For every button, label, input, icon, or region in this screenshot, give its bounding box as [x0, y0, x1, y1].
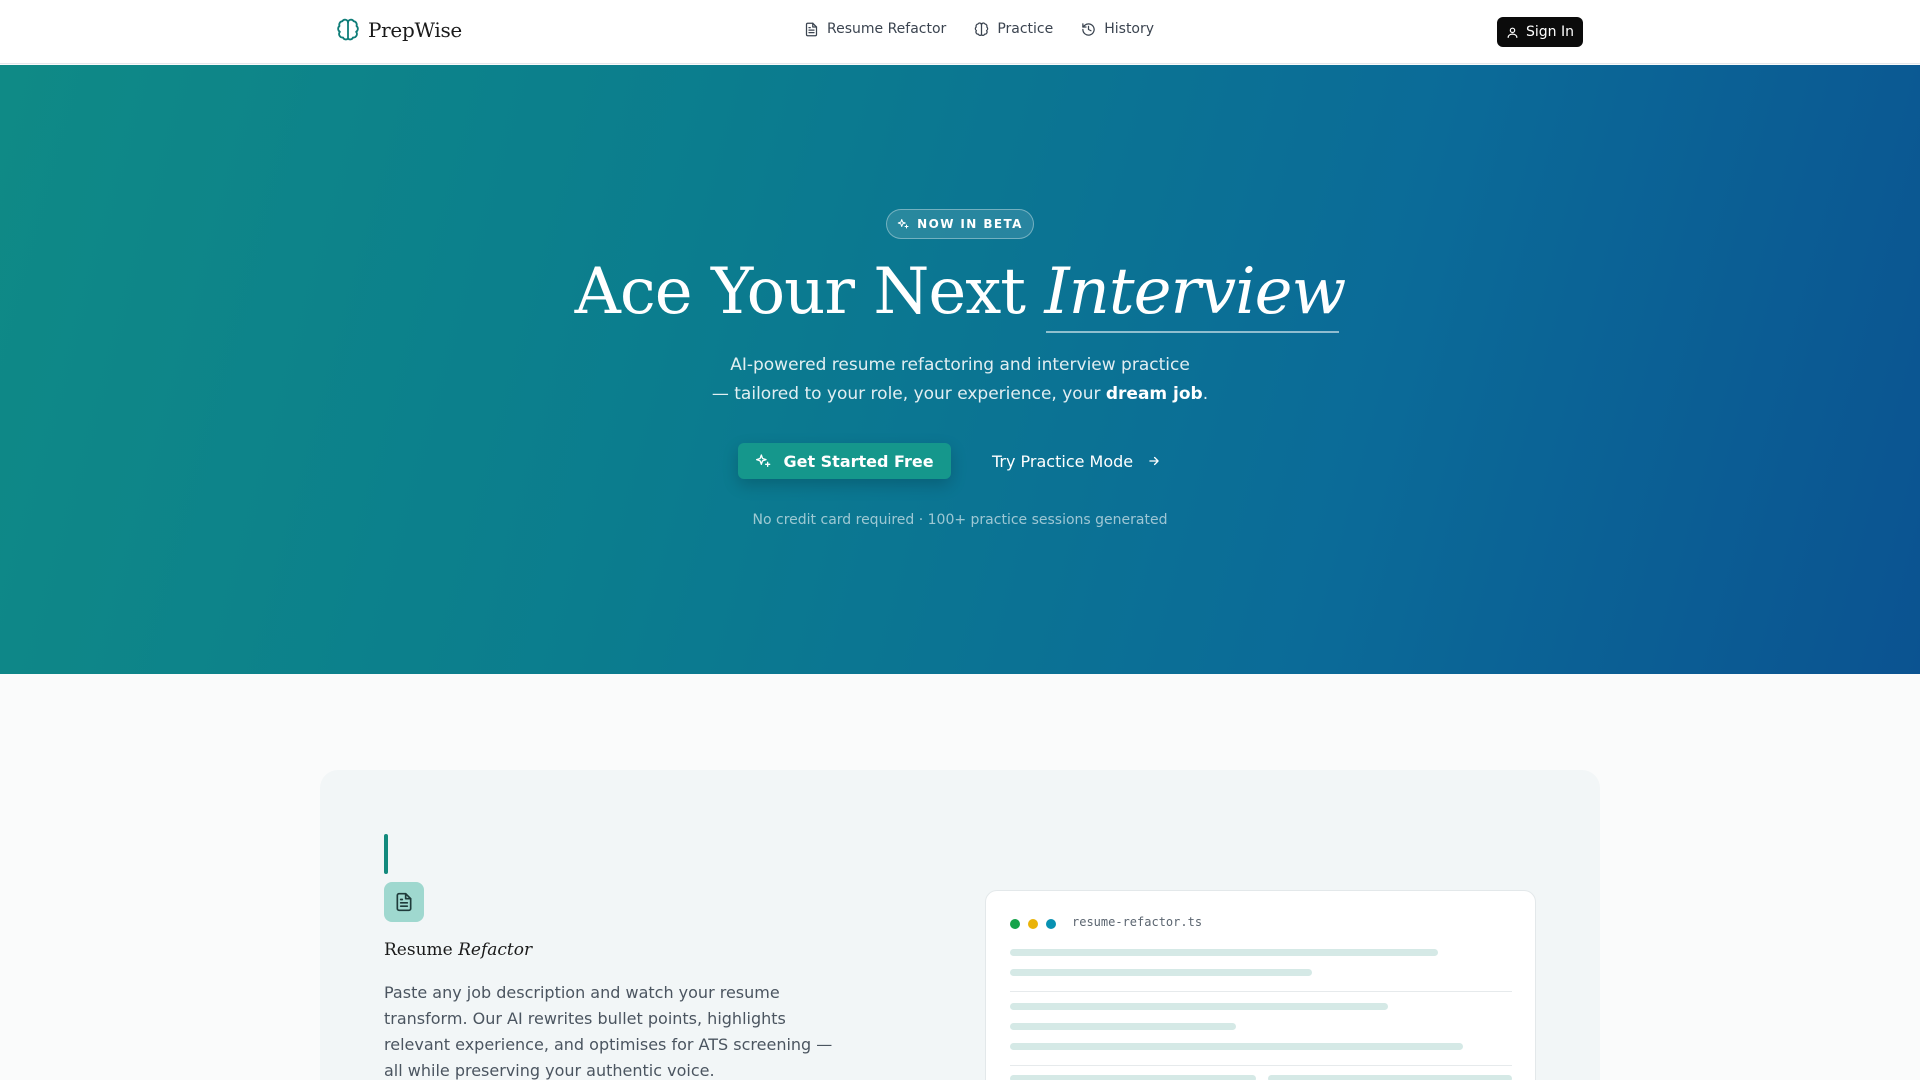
history-icon: [1082, 22, 1095, 36]
placeholder-line: [1010, 1003, 1388, 1010]
sparkles-icon: [756, 454, 771, 467]
get-started-button[interactable]: Get Started Free: [738, 443, 951, 479]
hero-subtitle-end: .: [1202, 384, 1209, 404]
top-navbar: PrepWise Resume Refactor Practice Histor…: [0, 0, 1920, 64]
feature-icon-tile: [384, 882, 424, 922]
window-dot-blue: [1046, 919, 1056, 929]
nav-history[interactable]: History: [1081, 21, 1154, 37]
placeholder-line: [1268, 1075, 1512, 1080]
feature-title: Resume Refactor: [384, 940, 532, 960]
hero-headline: Ace Your Next Interview: [0, 255, 1920, 333]
nav-practice[interactable]: Practice: [974, 21, 1053, 37]
arrow-right-icon: [1149, 456, 1159, 466]
feature-title-italic: Refactor: [458, 940, 533, 960]
nav-history-label: History: [1104, 21, 1155, 37]
placeholder-line: [1010, 1075, 1256, 1080]
beta-badge-label: NOW IN BETA: [917, 217, 1023, 231]
feature-title-plain: Resume: [384, 940, 453, 960]
window-dot-green: [1010, 919, 1020, 929]
document-icon: [805, 22, 818, 36]
beta-badge: NOW IN BETA: [886, 209, 1034, 239]
get-started-label: Get Started Free: [783, 451, 934, 471]
divider: [1010, 991, 1512, 992]
brain-logo-icon: [337, 18, 359, 41]
main-nav: Resume Refactor Practice History: [804, 21, 1154, 37]
try-practice-label: Try Practice Mode: [992, 451, 1134, 471]
brand-logo[interactable]: PrepWise: [336, 18, 462, 42]
placeholder-line: [1010, 1043, 1463, 1050]
editor-filename: resume-refactor.ts: [1072, 915, 1203, 929]
hero-headline-plain: Ace Your Next: [574, 255, 1026, 329]
divider: [1010, 1065, 1512, 1066]
hero-footnote: No credit card required · 100+ practice …: [752, 512, 1168, 528]
feature-card-resume-refactor: Resume Refactor Paste any job descriptio…: [320, 770, 1600, 1080]
brand-name: PrepWise: [368, 18, 462, 42]
hero-subtitle-line2: — tailored to your role, your experience…: [711, 384, 1101, 404]
placeholder-line: [1010, 949, 1438, 956]
placeholder-line: [1010, 1023, 1236, 1030]
sign-in-label: Sign In: [1526, 24, 1574, 40]
document-icon: [396, 892, 412, 912]
nav-practice-label: Practice: [997, 21, 1054, 37]
feature-description: Paste any job description and watch your…: [384, 983, 833, 1080]
code-preview-window: resume-refactor.ts: [985, 890, 1536, 1080]
hero-subtitle: AI-powered resume refactoring and interv…: [0, 351, 1920, 409]
nav-resume-refactor[interactable]: Resume Refactor: [804, 21, 946, 37]
accent-bar: [384, 834, 388, 874]
sign-in-button[interactable]: Sign In: [1497, 17, 1583, 47]
nav-resume-refactor-label: Resume Refactor: [827, 21, 947, 37]
window-dot-amber: [1028, 919, 1038, 929]
brain-icon: [975, 21, 989, 36]
hero-section: NOW IN BETA Ace Your Next Interview AI-p…: [0, 65, 1920, 674]
hero-subtitle-line1: AI-powered resume refactoring and interv…: [730, 355, 1190, 375]
sparkles-icon: [897, 219, 909, 229]
placeholder-line: [1010, 969, 1312, 976]
try-practice-link[interactable]: Try Practice Mode: [992, 443, 1161, 479]
hero-headline-italic: Interview: [1044, 255, 1346, 333]
hero-subtitle-bold: dream job: [1105, 384, 1203, 404]
user-icon: [1507, 27, 1518, 38]
